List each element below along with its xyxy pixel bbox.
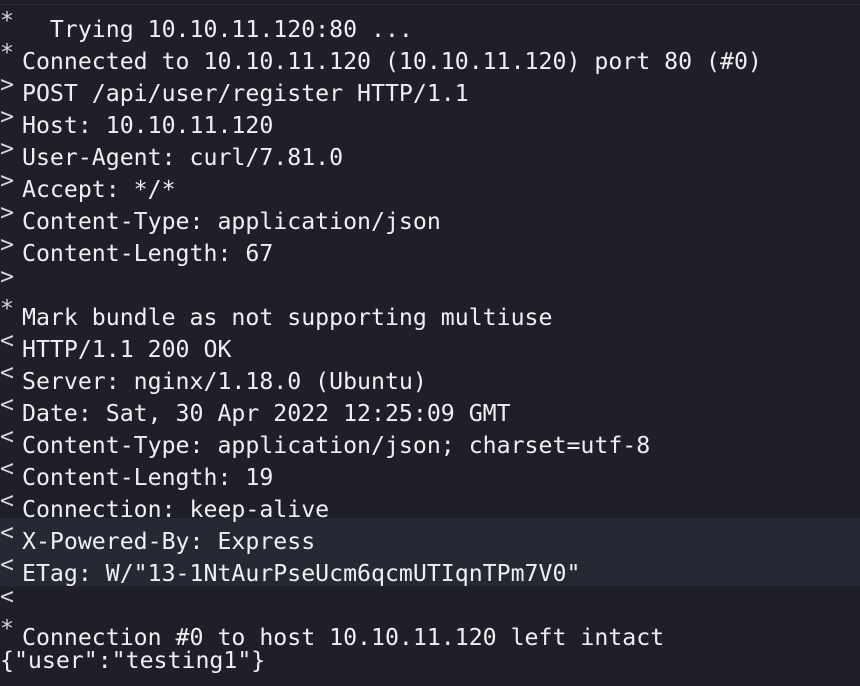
line-prefix: <	[0, 423, 14, 450]
request-header-content-type: > Content-Type: application/json	[0, 197, 441, 235]
line-prefix: <	[0, 487, 14, 514]
line-prefix: <	[0, 551, 14, 578]
output-line-trying: * Trying 10.10.11.120:80 ...	[0, 5, 413, 43]
line-text: ETag: W/"13-1NtAurPseUcm6qcmUTIqnTPm7V0"	[22, 560, 581, 587]
line-prefix: *	[0, 615, 14, 642]
line-prefix: *	[0, 295, 14, 322]
line-prefix: >	[0, 231, 14, 258]
response-header-date: < Date: Sat, 30 Apr 2022 12:25:09 GMT	[0, 389, 511, 427]
line-prefix: *	[0, 7, 14, 34]
output-line-connected: * Connected to 10.10.11.120 (10.10.11.120…	[0, 37, 762, 75]
request-blank-line: >	[0, 261, 22, 293]
response-header-connection: < Connection: keep-alive	[0, 485, 329, 523]
line-prefix: <	[0, 391, 14, 418]
response-header-x-powered-by: < X-Powered-By: Express	[0, 517, 315, 555]
response-header-server: < Server: nginx/1.18.0 (Ubuntu)	[0, 357, 427, 395]
line-text: Content-Length: 67	[22, 240, 274, 267]
line-text: {"user":"testing1"}	[0, 647, 266, 674]
line-prefix: <	[0, 583, 14, 610]
response-header-content-length: < Content-Length: 19	[0, 453, 273, 491]
line-prefix: <	[0, 359, 14, 386]
request-header-user-agent: > User-Agent: curl/7.81.0	[0, 133, 343, 171]
response-header-etag: < ETag: W/"13-1NtAurPseUcm6qcmUTIqnTPm7V0…	[0, 549, 580, 587]
line-prefix: >	[0, 167, 14, 194]
response-blank-line: <	[0, 581, 22, 613]
line-prefix: *	[0, 39, 14, 66]
line-prefix: >	[0, 103, 14, 130]
line-prefix: <	[0, 519, 14, 546]
request-header-host: > Host: 10.10.11.120	[0, 101, 273, 139]
line-prefix: >	[0, 135, 14, 162]
response-body-json: {"user":"testing1"}	[0, 645, 265, 677]
request-header-accept: > Accept: */*	[0, 165, 176, 203]
request-header-content-length: > Content-Length: 67	[0, 229, 273, 267]
info-line-multiuse: * Mark bundle as not supporting multiuse	[0, 293, 552, 331]
response-status-line: < HTTP/1.1 200 OK	[0, 325, 231, 363]
line-prefix: >	[0, 199, 14, 226]
line-prefix: <	[0, 327, 14, 354]
line-prefix: >	[0, 71, 14, 98]
line-prefix: <	[0, 455, 14, 482]
line-prefix: >	[0, 263, 14, 290]
terminal-window[interactable]: * Trying 10.10.11.120:80 ... * Connected …	[0, 0, 860, 686]
request-line-post: > POST /api/user/register HTTP/1.1	[0, 69, 469, 107]
info-line-left-intact: * Connection #0 to host 10.10.11.120 left…	[0, 613, 664, 651]
response-header-content-type: < Content-Type: application/json; charset…	[0, 421, 650, 459]
